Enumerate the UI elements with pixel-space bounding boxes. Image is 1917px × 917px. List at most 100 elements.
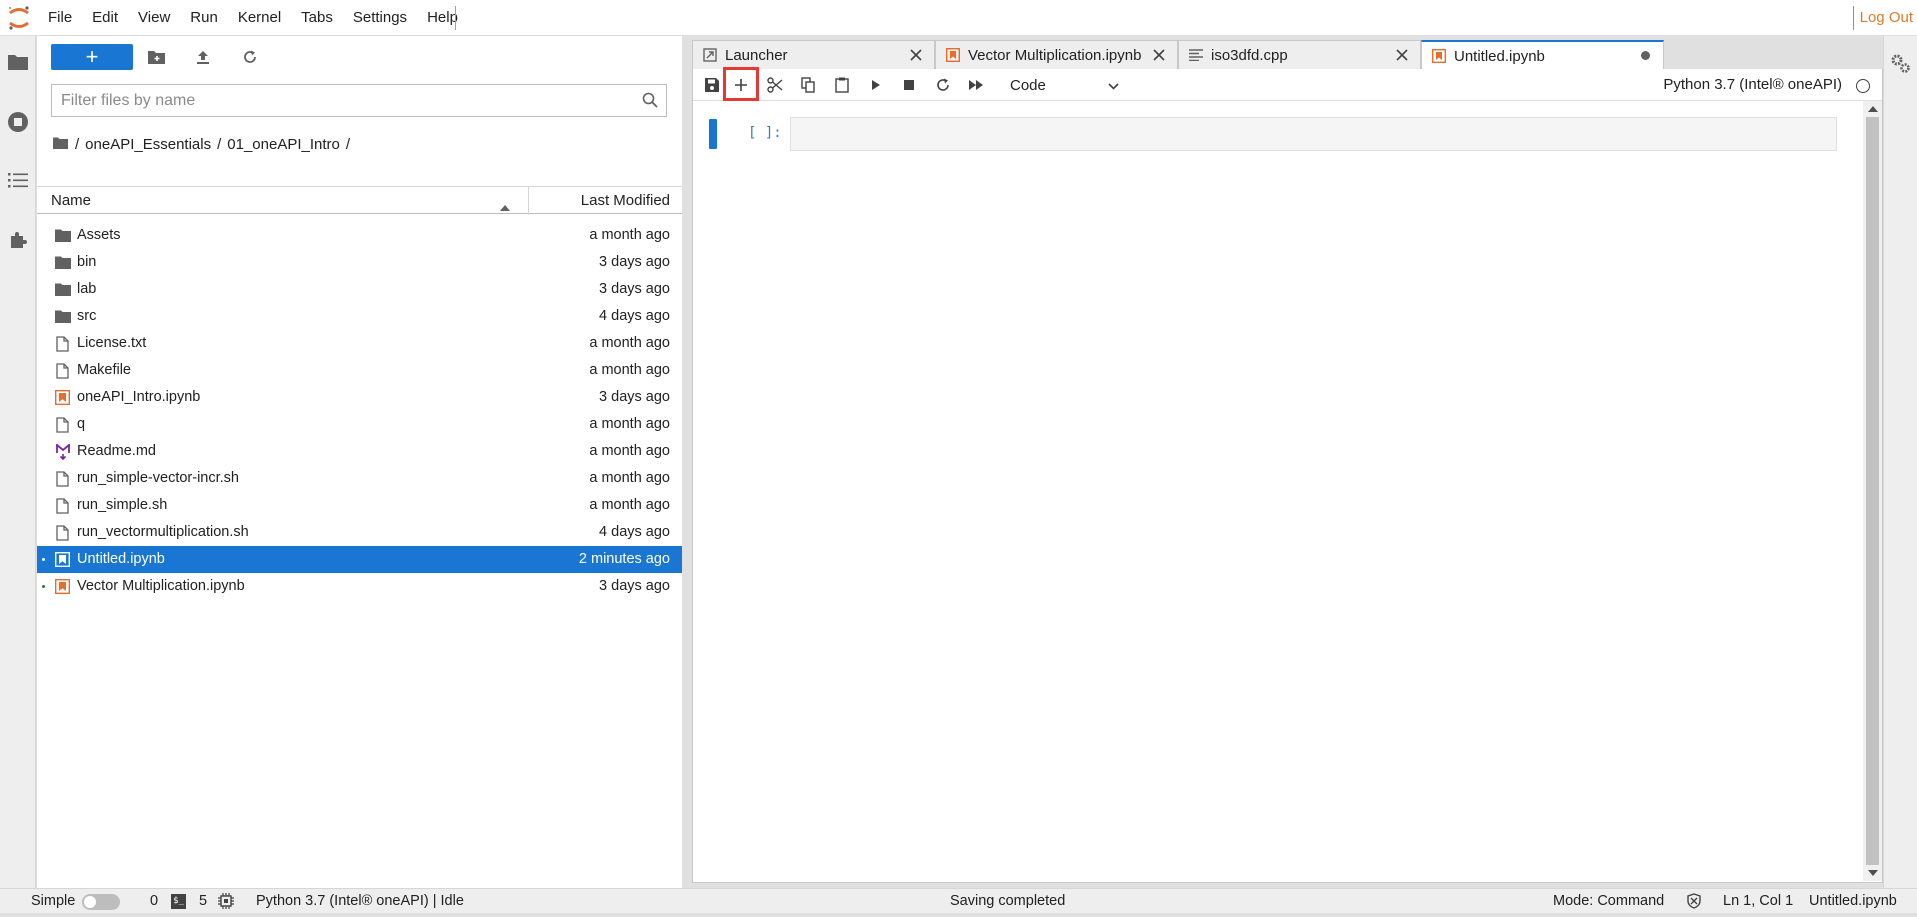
trusted-shield-icon[interactable] bbox=[1686, 893, 1702, 917]
home-folder-icon[interactable] bbox=[53, 136, 68, 153]
column-header-name[interactable]: Name bbox=[51, 187, 91, 215]
refresh-icon[interactable] bbox=[239, 46, 261, 68]
breadcrumb-oneapi-essentials[interactable]: oneAPI_Essentials bbox=[85, 136, 211, 153]
file-row[interactable]: lab 3 days ago bbox=[37, 276, 682, 303]
status-bar: Simple 0 $_ 5 Python 3.7 (Intel® oneAPI)… bbox=[0, 888, 1917, 913]
jupyter-logo-icon bbox=[6, 4, 32, 32]
file-name: Vector Multiplication.ipynb bbox=[77, 578, 245, 594]
add-cell-icon[interactable] bbox=[730, 74, 752, 96]
kernel-chip-icon[interactable] bbox=[218, 893, 234, 917]
cursor-position[interactable]: Ln 1, Col 1 bbox=[1723, 889, 1793, 913]
file-modified: a month ago bbox=[589, 443, 670, 459]
scrollbar-thumb[interactable] bbox=[1866, 117, 1879, 865]
stop-icon[interactable] bbox=[898, 74, 920, 96]
kernel-status-text[interactable]: Python 3.7 (Intel® oneAPI) | Idle bbox=[256, 889, 464, 913]
close-icon[interactable] bbox=[1151, 47, 1167, 63]
new-folder-icon[interactable] bbox=[145, 46, 167, 68]
active-cell-indicator[interactable] bbox=[709, 119, 717, 149]
notebook-scrollbar[interactable] bbox=[1863, 101, 1882, 881]
kernels-count[interactable]: 5 bbox=[199, 889, 207, 913]
menu-file[interactable]: File bbox=[38, 0, 82, 36]
running-icon[interactable] bbox=[4, 108, 32, 136]
logout-button[interactable]: Log Out bbox=[1852, 6, 1917, 30]
notebook-content: [ ]: bbox=[693, 101, 1861, 881]
file-row[interactable]: Assets a month ago bbox=[37, 222, 682, 249]
save-icon[interactable] bbox=[701, 74, 723, 96]
notebook-icon bbox=[54, 551, 71, 568]
tab-launcher[interactable]: Launcher bbox=[692, 40, 935, 69]
file-row[interactable]: q a month ago bbox=[37, 411, 682, 438]
menu-view[interactable]: View bbox=[128, 0, 180, 36]
tab-label: iso3dfd.cpp bbox=[1211, 46, 1288, 64]
code-cell-input[interactable] bbox=[790, 117, 1837, 151]
notebook-icon bbox=[1431, 48, 1447, 64]
file-row[interactable]: License.txt a month ago bbox=[37, 330, 682, 357]
fast-forward-icon[interactable] bbox=[965, 74, 987, 96]
file-row[interactable]: run_vectormultiplication.sh 4 days ago bbox=[37, 519, 682, 546]
terminals-count[interactable]: 0 bbox=[150, 889, 158, 913]
breadcrumb-01-oneapi-intro[interactable]: 01_oneAPI_Intro bbox=[227, 136, 340, 153]
scroll-up-arrow[interactable] bbox=[1868, 106, 1878, 112]
tab-untitled[interactable]: Untitled.ipynb bbox=[1421, 40, 1664, 70]
tab-iso3dfd-cpp[interactable]: iso3dfd.cpp bbox=[1178, 40, 1421, 69]
copy-icon[interactable] bbox=[797, 74, 819, 96]
cell-type-dropdown[interactable]: Code bbox=[1010, 74, 1119, 96]
menu-help[interactable]: Help bbox=[417, 0, 468, 36]
tab-vector-multiplication[interactable]: Vector Multiplication.ipynb bbox=[935, 40, 1178, 69]
file-icon bbox=[54, 335, 71, 352]
close-icon[interactable] bbox=[1394, 47, 1410, 63]
column-resize-handle[interactable] bbox=[528, 187, 529, 215]
file-row[interactable]: run_simple.sh a month ago bbox=[37, 492, 682, 519]
file-icon bbox=[54, 362, 71, 379]
cut-icon[interactable] bbox=[764, 74, 786, 96]
scroll-down-arrow[interactable] bbox=[1868, 870, 1878, 876]
file-row[interactable]: run_simple-vector-incr.sh a month ago bbox=[37, 465, 682, 492]
file-row[interactable]: bin 3 days ago bbox=[37, 249, 682, 276]
file-row[interactable]: oneAPI_Intro.ipynb 3 days ago bbox=[37, 384, 682, 411]
menu-edit[interactable]: Edit bbox=[82, 0, 128, 36]
file-row[interactable]: src 4 days ago bbox=[37, 303, 682, 330]
file-icon bbox=[54, 524, 71, 541]
file-modified: 4 days ago bbox=[599, 524, 670, 540]
extension-icon[interactable] bbox=[4, 226, 32, 254]
file-browser: + / oneAPI_Essentials / 01_oneAPI_Intro … bbox=[37, 36, 682, 888]
unsaved-changes-icon[interactable] bbox=[1641, 51, 1650, 60]
file-row[interactable]: Readme.md a month ago bbox=[37, 438, 682, 465]
restart-icon[interactable] bbox=[932, 74, 954, 96]
menu-tabs[interactable]: Tabs bbox=[291, 0, 343, 36]
run-icon[interactable] bbox=[865, 74, 887, 96]
breadcrumb: / oneAPI_Essentials / 01_oneAPI_Intro / bbox=[53, 132, 353, 156]
sort-ascending-icon[interactable] bbox=[500, 198, 510, 215]
file-modified: a month ago bbox=[589, 335, 670, 351]
panel-splitter[interactable] bbox=[682, 36, 692, 888]
terminal-icon[interactable]: $_ bbox=[171, 894, 186, 909]
breadcrumb-root[interactable]: / bbox=[75, 136, 79, 153]
kernel-idle-icon bbox=[1856, 79, 1870, 93]
filter-files-input[interactable] bbox=[52, 85, 652, 116]
file-icon bbox=[54, 416, 71, 433]
file-row[interactable]: Makefile a month ago bbox=[37, 357, 682, 384]
menu-divider bbox=[455, 6, 456, 30]
menu-settings[interactable]: Settings bbox=[343, 0, 417, 36]
new-launcher-button[interactable]: + bbox=[51, 44, 133, 70]
close-icon[interactable] bbox=[908, 47, 924, 63]
file-modified: a month ago bbox=[589, 416, 670, 432]
menu-run[interactable]: Run bbox=[180, 0, 228, 36]
file-modified: 2 minutes ago bbox=[578, 551, 670, 567]
menu-kernel[interactable]: Kernel bbox=[228, 0, 291, 36]
command-mode-indicator: Mode: Command bbox=[1553, 893, 1665, 909]
notebook-panel: Code Python 3.7 (Intel® oneAPI) [ ]: bbox=[692, 67, 1883, 883]
file-row[interactable]: Vector Multiplication.ipynb 3 days ago bbox=[37, 573, 682, 600]
file-modified: 3 days ago bbox=[599, 254, 670, 270]
file-name: run_simple-vector-incr.sh bbox=[77, 470, 239, 486]
paste-icon[interactable] bbox=[831, 74, 853, 96]
file-modified: a month ago bbox=[589, 227, 670, 243]
simple-mode-toggle[interactable] bbox=[82, 894, 120, 910]
upload-icon[interactable] bbox=[192, 46, 214, 68]
kernel-name[interactable]: Python 3.7 (Intel® oneAPI) bbox=[1663, 69, 1842, 101]
column-header-last-modified[interactable]: Last Modified bbox=[581, 187, 670, 215]
file-row[interactable]: Untitled.ipynb 2 minutes ago bbox=[37, 546, 682, 573]
folder-icon[interactable] bbox=[4, 48, 32, 76]
property-inspector-icon[interactable] bbox=[1887, 50, 1915, 78]
toc-icon[interactable] bbox=[4, 166, 32, 194]
